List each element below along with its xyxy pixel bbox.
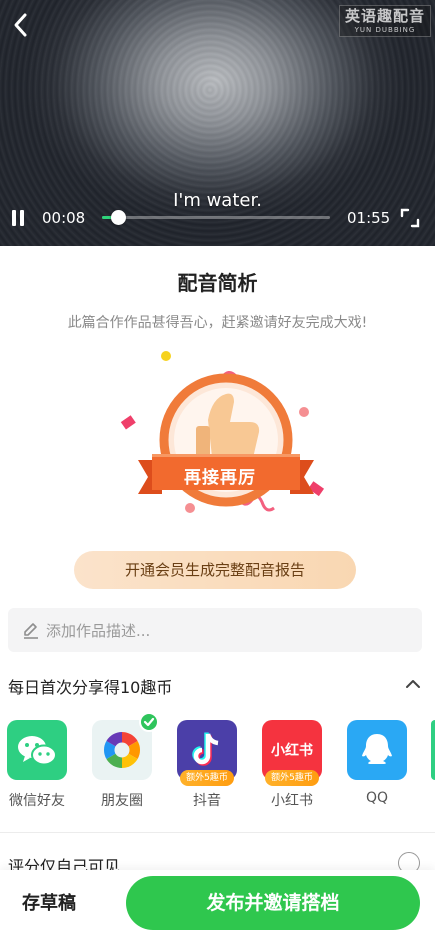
- share-label: 小红书: [271, 793, 313, 809]
- total-time: 01:55: [347, 209, 391, 227]
- share-label: QQ: [365, 790, 389, 806]
- moments-icon: [92, 712, 159, 780]
- badge-text: 再接再厉: [184, 468, 256, 488]
- fullscreen-icon[interactable]: [400, 208, 420, 228]
- share-more-tile[interactable]: [431, 720, 435, 780]
- description-placeholder: 添加作品描述...: [46, 622, 151, 640]
- share-xiaohongshu-button[interactable]: 小红书 额外5趣币 小红书: [261, 720, 323, 810]
- share-qq-button[interactable]: QQ: [346, 720, 408, 806]
- douyin-icon: 额外5趣币: [177, 720, 237, 786]
- qq-icon: [347, 720, 407, 780]
- share-moments-button[interactable]: 朋友圈: [91, 712, 159, 810]
- vip-report-button[interactable]: 开通会员生成完整配音报告: [74, 551, 356, 589]
- watermark-logo: 英语趣配音 YUN DUBBING: [339, 5, 431, 37]
- back-arrow-icon[interactable]: [8, 10, 34, 40]
- video-player[interactable]: 英语趣配音 YUN DUBBING I'm water. 00:08 01:55: [0, 0, 435, 246]
- chevron-up-icon[interactable]: [404, 676, 422, 692]
- divider: [0, 832, 435, 833]
- xiaohongshu-icon: 小红书 额外5趣币: [262, 720, 322, 786]
- current-time: 00:08: [42, 209, 86, 227]
- thumbs-up-badge: [120, 351, 325, 513]
- share-label: 朋友圈: [101, 793, 143, 809]
- progress-thumb[interactable]: [110, 210, 126, 225]
- share-wechat-button[interactable]: 微信好友: [6, 720, 68, 810]
- share-label: 抖音: [193, 793, 221, 809]
- selected-check-icon: [139, 712, 159, 732]
- bonus-tag: 额外5趣币: [180, 770, 234, 786]
- share-douyin-button[interactable]: 额外5趣币 抖音: [176, 720, 238, 810]
- share-label: 微信好友: [9, 793, 65, 809]
- publish-invite-button[interactable]: 发布并邀请搭档: [126, 876, 420, 930]
- xiaohongshu-logo-text: 小红书: [271, 743, 313, 759]
- save-draft-button[interactable]: 存草稿: [22, 889, 76, 915]
- watermark-cn: 英语趣配音: [344, 7, 425, 25]
- bonus-tag: 额外5趣币: [265, 770, 319, 786]
- page-title: 配音简析: [177, 271, 258, 295]
- pause-icon[interactable]: [10, 209, 26, 227]
- share-title: 每日首次分享得10趣币: [8, 678, 173, 697]
- wechat-icon: [7, 720, 67, 780]
- pencil-icon: [24, 623, 38, 639]
- bottom-bar: 存草稿 发布并邀请搭档: [0, 870, 435, 932]
- description-input[interactable]: 添加作品描述...: [8, 608, 422, 652]
- watermark-en: YUN DUBBING: [354, 26, 416, 34]
- progress-bar[interactable]: [102, 216, 330, 219]
- analysis-subtext: 此篇合作作品甚得吾心，赶紧邀请好友完成大戏!: [67, 315, 368, 331]
- video-subtitle: I'm water.: [173, 190, 262, 211]
